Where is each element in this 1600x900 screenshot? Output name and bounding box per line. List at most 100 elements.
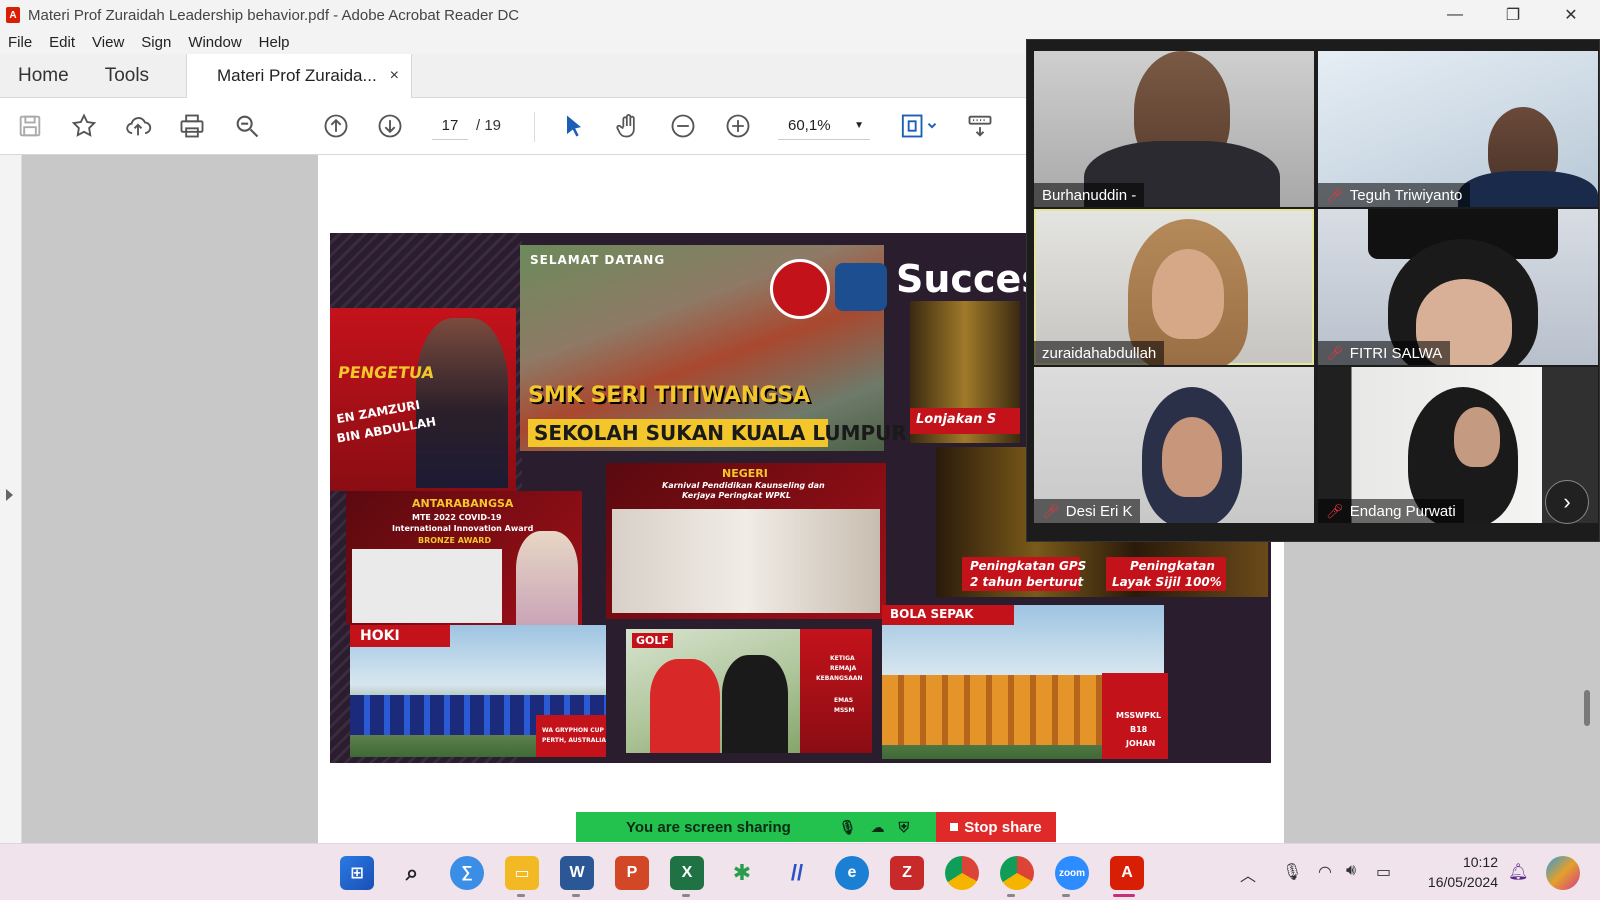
video-tile-teguh[interactable]: 🎤︎ Teguh Triwiyanto bbox=[1318, 51, 1598, 207]
app-icon-3[interactable]: // bbox=[780, 856, 814, 890]
search-icon[interactable]: ⌕ bbox=[395, 856, 429, 890]
golf-label: GOLF bbox=[632, 633, 673, 648]
intl-sub-2: International Innovation Award bbox=[392, 524, 534, 533]
participant-face bbox=[1454, 407, 1500, 467]
volume-icon[interactable]: 🔊︎ bbox=[1346, 862, 1356, 880]
participant-name: Desi Eri K bbox=[1065, 502, 1133, 520]
participant-name-label: 🎤︎ Desi Eri K bbox=[1034, 499, 1141, 523]
shield-icon[interactable]: ⛨ bbox=[899, 819, 910, 836]
running-indicator bbox=[1007, 894, 1015, 897]
cloud-icon[interactable]: ☁︎ bbox=[871, 819, 885, 836]
participant-name-label: zuraidahabdullah bbox=[1034, 341, 1165, 365]
microphone-icon[interactable]: 🎙︎ bbox=[1282, 862, 1302, 882]
running-indicator bbox=[517, 894, 525, 897]
success-heading: Succes bbox=[896, 257, 1044, 301]
zoom-app-icon[interactable]: zoom bbox=[1055, 856, 1089, 890]
total-pages: / 19 bbox=[476, 117, 502, 134]
bola-caption-2: B18 bbox=[1130, 725, 1148, 734]
stop-share-button[interactable]: Stop share bbox=[936, 812, 1056, 842]
menu-file[interactable]: File bbox=[8, 34, 32, 51]
read-mode-icon[interactable] bbox=[964, 110, 996, 142]
participant-name: FITRI SALWA bbox=[1349, 344, 1443, 362]
principal-panel bbox=[330, 308, 516, 491]
award-document-photo bbox=[352, 549, 502, 623]
participant-name-label: 🎤︎ Teguh Triwiyanto bbox=[1318, 183, 1471, 207]
zoom-level-value: 60,1% bbox=[788, 117, 831, 134]
previous-page-icon[interactable] bbox=[320, 110, 352, 142]
current-page-input[interactable]: 17 bbox=[432, 112, 468, 140]
intl-title: ANTARABANGSA bbox=[412, 497, 514, 510]
menu-edit[interactable]: Edit bbox=[49, 34, 75, 51]
menu-sign[interactable]: Sign bbox=[141, 34, 171, 51]
menu-window[interactable]: Window bbox=[188, 34, 241, 51]
zoom-in-icon[interactable] bbox=[722, 110, 754, 142]
star-icon[interactable] bbox=[68, 110, 100, 142]
select-cursor-icon[interactable] bbox=[558, 110, 590, 142]
clock-date: 16/05/2024 bbox=[1427, 874, 1498, 890]
video-tile-fitri[interactable]: 🎤︎ FITRI SALWA bbox=[1318, 209, 1598, 365]
participant-name: zuraidahabdullah bbox=[1042, 344, 1157, 362]
mic-icon[interactable]: 🎙︎ bbox=[839, 819, 857, 836]
bola-caption-1: MSSWPKL bbox=[1116, 711, 1162, 720]
running-indicator bbox=[682, 894, 690, 897]
next-page-icon[interactable] bbox=[374, 110, 406, 142]
minimize-button[interactable]: — bbox=[1426, 0, 1484, 30]
cloud-upload-icon[interactable] bbox=[122, 110, 154, 142]
maximize-button[interactable]: ❐ bbox=[1484, 0, 1542, 30]
state-sub-1: Karnival Pendidikan Kaunseling dan bbox=[662, 481, 825, 490]
battery-icon[interactable]: ▭ bbox=[1376, 862, 1391, 882]
video-tile-desi[interactable]: 🎤︎ Desi Eri K bbox=[1034, 367, 1314, 523]
menu-bar: File Edit View Sign Window Help bbox=[0, 30, 307, 54]
app-icon-2[interactable]: ✱ bbox=[725, 856, 759, 890]
hand-tool-icon[interactable] bbox=[612, 110, 644, 142]
vertical-scrollbar[interactable] bbox=[1584, 690, 1590, 726]
side-panel-toggle[interactable] bbox=[0, 155, 22, 843]
zoom-out-icon[interactable] bbox=[667, 110, 699, 142]
copilot-icon[interactable] bbox=[1546, 856, 1580, 890]
tray-overflow-chevron-icon[interactable]: ︿ bbox=[1240, 862, 1256, 886]
excel-icon[interactable]: X bbox=[670, 856, 704, 890]
muted-mic-icon: 🎤︎ bbox=[1326, 502, 1344, 519]
running-indicator bbox=[572, 894, 580, 897]
app-icon-1[interactable]: ∑ bbox=[450, 856, 484, 890]
participant-face bbox=[1162, 417, 1222, 497]
participant-name: Endang Purwati bbox=[1349, 502, 1456, 520]
word-icon[interactable]: W bbox=[560, 856, 594, 890]
app-icon-4[interactable]: Z bbox=[890, 856, 924, 890]
close-tab-icon[interactable]: × bbox=[390, 67, 399, 85]
file-explorer-icon[interactable]: ▭ bbox=[505, 856, 539, 890]
tab-document[interactable]: Materi Prof Zuraida... × bbox=[186, 54, 412, 98]
state-event-photo bbox=[612, 509, 880, 613]
chrome-profile-icon[interactable] bbox=[1000, 856, 1034, 890]
wifi-icon[interactable]: ◠ bbox=[1318, 862, 1332, 882]
zoom-level-select[interactable]: 60,1% ▼ bbox=[778, 112, 870, 140]
edge-icon[interactable]: e bbox=[835, 856, 869, 890]
share-status[interactable]: You are screen sharing 🎙︎ ☁︎ ⛨ bbox=[576, 812, 936, 842]
fit-page-icon[interactable] bbox=[894, 110, 942, 142]
expand-arrow-icon bbox=[6, 489, 13, 501]
tab-home[interactable]: Home bbox=[0, 65, 87, 87]
notification-bell-icon[interactable]: 🔔︎ bbox=[1508, 862, 1528, 882]
chrome-icon[interactable] bbox=[945, 856, 979, 890]
participant-name-label: Burhanuddin - bbox=[1034, 183, 1145, 207]
menu-help[interactable]: Help bbox=[259, 34, 290, 51]
video-tile-zuraidah[interactable]: zuraidahabdullah bbox=[1034, 209, 1314, 365]
menu-view[interactable]: View bbox=[92, 34, 124, 51]
print-icon[interactable] bbox=[176, 110, 208, 142]
principal-photo bbox=[416, 318, 508, 488]
next-gallery-page-icon[interactable]: › bbox=[1545, 480, 1589, 524]
close-window-button[interactable]: ✕ bbox=[1542, 0, 1600, 30]
intl-award: BRONZE AWARD bbox=[418, 536, 492, 545]
bola-caption-3: JOHAN bbox=[1126, 739, 1156, 748]
muted-mic-icon: 🎤︎ bbox=[1326, 344, 1344, 361]
save-icon[interactable] bbox=[14, 110, 46, 142]
tab-tools[interactable]: Tools bbox=[87, 65, 167, 87]
powerpoint-icon[interactable]: P bbox=[615, 856, 649, 890]
zoom-search-icon[interactable] bbox=[231, 110, 263, 142]
golf-caption-5: MSSM bbox=[834, 707, 855, 714]
system-clock[interactable]: 10:12 16/05/2024 bbox=[1418, 852, 1498, 892]
video-tile-burhanuddin[interactable]: Burhanuddin - bbox=[1034, 51, 1314, 207]
start-windows-icon[interactable]: ⊞ bbox=[340, 856, 374, 890]
golf-caption-3: KEBANGSAAN bbox=[816, 675, 863, 682]
acrobat-taskbar-icon[interactable]: A bbox=[1110, 856, 1144, 890]
